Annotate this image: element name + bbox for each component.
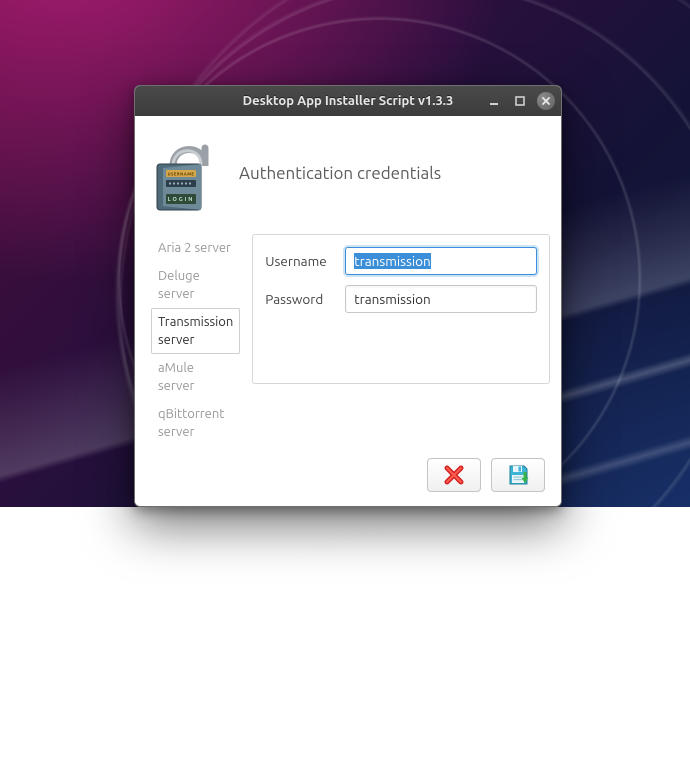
password-input[interactable] [345, 285, 537, 313]
svg-text:USERNAME: USERNAME [168, 172, 195, 177]
cancel-button[interactable] [427, 458, 481, 492]
window-controls [485, 86, 555, 116]
credentials-form: Username Password [252, 234, 550, 384]
maximize-icon [514, 95, 526, 107]
titlebar[interactable]: Desktop App Installer Script v1.3.3 [135, 86, 561, 116]
server-item-aria2[interactable]: Aria 2 server [151, 234, 240, 262]
username-input[interactable] [345, 247, 537, 275]
server-item-amule[interactable]: aMule server [151, 354, 240, 400]
dialog-buttons [151, 458, 545, 492]
dialog-content: USERNAME LOGIN Authentication credential… [135, 116, 561, 506]
minimize-button[interactable] [485, 92, 503, 110]
installer-dialog: Desktop App Installer Script v1.3.3 [134, 85, 562, 507]
server-item-deluge[interactable]: Deluge server [151, 262, 240, 308]
password-label: Password [265, 291, 335, 307]
page-title: Authentication credentials [239, 164, 441, 183]
close-icon [541, 96, 551, 106]
server-item-transmission[interactable]: Transmission server [151, 308, 240, 354]
server-item-qbittorrent[interactable]: qBittorrent server [151, 400, 240, 446]
username-label: Username [265, 253, 335, 269]
svg-text:LOGIN: LOGIN [168, 197, 195, 203]
save-button[interactable] [491, 458, 545, 492]
minimize-icon [488, 95, 500, 107]
window-title: Desktop App Installer Script v1.3.3 [243, 94, 454, 108]
header-row: USERNAME LOGIN Authentication credential… [151, 130, 545, 216]
lock-icon: USERNAME LOGIN [151, 130, 219, 216]
cancel-x-icon [442, 463, 466, 487]
server-list: Aria 2 server Deluge server Transmission… [151, 234, 240, 446]
floppy-save-icon [506, 463, 530, 487]
close-button[interactable] [537, 92, 555, 110]
maximize-button[interactable] [511, 92, 529, 110]
